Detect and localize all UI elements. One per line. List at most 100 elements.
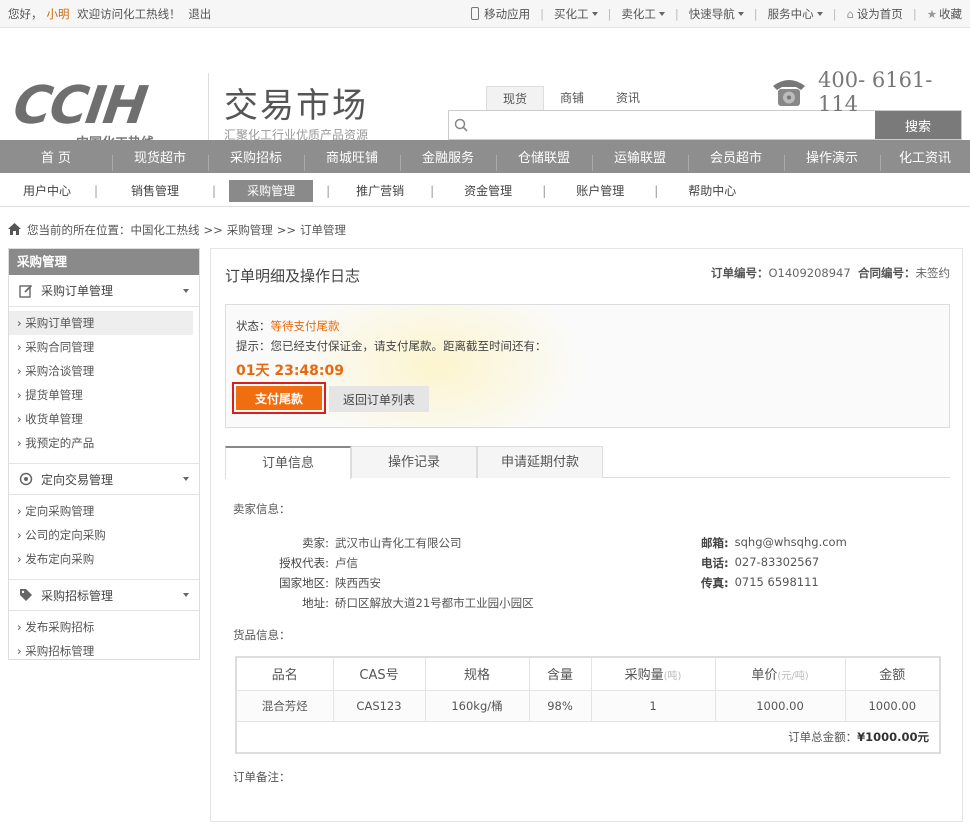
pay-balance-button[interactable]: 支付尾款 [236, 386, 322, 410]
search-tab-news[interactable]: 资讯 [600, 86, 656, 110]
nav-shop[interactable]: 商城旺铺 [304, 147, 400, 171]
seller-name-row: 卖家: 武汉市山青化工有限公司 [302, 536, 462, 550]
chevron-down-icon [183, 477, 189, 481]
home-icon: ⌂ [846, 6, 854, 21]
welcome-text: 欢迎访问化工热线！ [77, 6, 181, 21]
top-bar: 您好， 小明 欢迎访问化工热线！ 退出 移动应用 | 买化工 | 卖化工 | 快速… [0, 0, 970, 28]
seller-region-row: 国家地区: 陕西西安 [279, 576, 381, 590]
subnav-promotion[interactable]: 推广营销 [330, 182, 430, 199]
gear-icon [19, 472, 33, 486]
sidebar-group-orders[interactable]: 采购订单管理 [9, 275, 199, 307]
quick-nav-menu[interactable]: 快速导航 [689, 6, 744, 22]
col-spec: 规格 [425, 658, 530, 691]
search-tabs: 现货 商铺 资讯 [486, 86, 656, 110]
search-icon [449, 111, 473, 139]
col-name: 品名 [237, 658, 334, 691]
set-homepage-link[interactable]: ⌂ 设为首页 [847, 6, 903, 22]
nav-demo[interactable]: 操作演示 [784, 147, 880, 171]
chevron-down-icon [183, 593, 189, 597]
seller-fax-row: 传真: 0715 6598111 [701, 575, 819, 590]
nav-news[interactable]: 化工资讯 [880, 147, 970, 171]
chevron-down-icon [737, 11, 744, 16]
nav-warehouse[interactable]: 仓储联盟 [496, 147, 592, 171]
sidebar-item-publish-directed[interactable]: › 发布定向采购 [9, 547, 193, 571]
tab-extend-payment[interactable]: 申请延期付款 [477, 446, 603, 478]
mobile-app-link[interactable]: 移动应用 [471, 6, 530, 22]
tab-operation-log[interactable]: 操作记录 [351, 446, 477, 478]
sidebar-item-receipt[interactable]: › 收货单管理 [9, 407, 193, 431]
greeting: 您好， 小明 欢迎访问化工热线！ 退出 [8, 6, 215, 22]
crumb-root[interactable]: 中国化工热线 [131, 222, 200, 238]
sidebar-item-negotiations[interactable]: › 采购洽谈管理 [9, 359, 193, 383]
countdown-timer: 01天 23:48:09 [236, 363, 345, 379]
tab-order-info[interactable]: 订单信息 [225, 446, 351, 479]
sidebar-item-publish-tender[interactable]: › 发布采购招标 [9, 615, 193, 639]
subnav-funds[interactable]: 资金管理 [434, 182, 542, 199]
sidebar-item-orders[interactable]: › 采购订单管理 [9, 311, 193, 335]
sub-nav: 用户中心 | 销售管理 | 采购管理 | 推广营销 | 资金管理 | 账户管理 … [0, 175, 970, 207]
service-center-menu[interactable]: 服务中心 [768, 6, 823, 22]
sidebar-group-directed[interactable]: 定向交易管理 [9, 463, 199, 495]
table-row: 混合芳烃 CAS123 160kg/桶 98% 1 1000.00 1000.0… [237, 690, 939, 722]
crumb-purchase[interactable]: 采购管理 [227, 222, 273, 238]
subnav-purchase[interactable]: 采购管理 [216, 180, 326, 202]
nav-transport[interactable]: 运输联盟 [592, 147, 688, 171]
nav-member[interactable]: 会员超市 [688, 147, 784, 171]
status-line: 状态：等待支付尾款 [236, 319, 340, 333]
sidebar: 采购管理 采购订单管理 › 采购订单管理 › 采购合同管理 › 采购洽谈管理 ›… [8, 248, 200, 660]
subnav-sales[interactable]: 销售管理 [98, 182, 212, 199]
goods-section-title: 货品信息： [233, 628, 291, 642]
search-tab-shop[interactable]: 商铺 [544, 86, 600, 110]
crumb-order[interactable]: 订单管理 [300, 222, 346, 238]
col-cas: CAS号 [333, 658, 426, 691]
sidebar-item-tender-manage[interactable]: › 采购招标管理 [9, 639, 193, 663]
back-to-orders-button[interactable]: 返回订单列表 [329, 386, 429, 412]
nav-tender[interactable]: 采购招标 [208, 147, 304, 171]
detail-tabs: 订单信息 操作记录 申请延期付款 [225, 446, 950, 479]
divider [208, 73, 209, 148]
chevron-down-icon [591, 11, 598, 16]
subnav-user-center[interactable]: 用户中心 [0, 182, 94, 199]
order-detail-panel: 订单明细及操作日志 订单编号：O1409208947 合同编号：未签约 状态：等… [210, 248, 963, 822]
sidebar-item-contracts[interactable]: › 采购合同管理 [9, 335, 193, 359]
buy-chem-menu[interactable]: 买化工 [554, 6, 598, 22]
nav-home[interactable]: 首 页 [0, 147, 112, 166]
chevron-down-icon [816, 11, 823, 16]
telephone-icon [770, 76, 808, 108]
order-total: 订单总金额：¥1000.00元 [788, 729, 929, 744]
nav-spot-market[interactable]: 现货超市 [112, 147, 208, 171]
seller-email-row: 邮箱: sqhg@whsqhg.com [701, 535, 847, 550]
subnav-help[interactable]: 帮助中心 [658, 182, 766, 199]
sidebar-item-reserved[interactable]: › 我预定的产品 [9, 431, 193, 455]
sidebar-title: 采购管理 [9, 249, 199, 275]
breadcrumb: 您当前的所在位置： 中国化工热线 >> 采购管理 >> 订单管理 [8, 222, 346, 238]
status-box: 状态：等待支付尾款 提示：您已经支付保证金，请支付尾款。距离截至时间还有： 01… [225, 304, 950, 428]
seller-rep-row: 授权代表: 卢信 [279, 556, 358, 570]
search-tab-spot[interactable]: 现货 [486, 86, 545, 110]
star-icon: ★ [926, 6, 937, 21]
goods-table: 品名 CAS号 规格 含量 采购量(吨) 单价(元/吨) 金额 混合芳烃 CAS… [235, 656, 941, 754]
logout-link[interactable]: 退出 [188, 7, 211, 21]
status-tip: 提示：您已经支付保证金，请支付尾款。距离截至时间还有： [236, 339, 547, 353]
table-header-row: 品名 CAS号 规格 含量 采购量(吨) 单价(元/吨) 金额 [237, 658, 939, 691]
ccih-logo[interactable]: CCIH 中国化工热线.com [10, 76, 194, 151]
sell-chem-menu[interactable]: 卖化工 [621, 6, 665, 22]
pay-highlight: 支付尾款 [232, 382, 326, 414]
greeting-prefix: 您好， [8, 6, 43, 21]
sidebar-group-tender[interactable]: 采购招标管理 [9, 579, 199, 611]
order-number: 订单编号：O1409208947 合同编号：未签约 [710, 266, 950, 280]
sidebar-item-pickup[interactable]: › 提货单管理 [9, 383, 193, 407]
status-badge: 等待支付尾款 [270, 319, 340, 333]
tag-icon [19, 588, 33, 602]
nav-finance[interactable]: 金融服务 [400, 147, 496, 171]
page-title: 订单明细及操作日志 [225, 267, 361, 285]
subnav-account[interactable]: 账户管理 [546, 182, 654, 199]
favorite-link[interactable]: ★ 收藏 [927, 6, 962, 22]
sidebar-item-company-directed[interactable]: › 公司的定向采购 [9, 523, 193, 547]
phone-icon [471, 7, 480, 20]
sidebar-item-directed-purchase[interactable]: › 定向采购管理 [9, 499, 193, 523]
seller-section-title: 卖家信息： [233, 502, 291, 516]
user-name[interactable]: 小明 [47, 7, 70, 21]
logo-text: CCIH [9, 76, 150, 136]
edit-icon [19, 284, 33, 298]
